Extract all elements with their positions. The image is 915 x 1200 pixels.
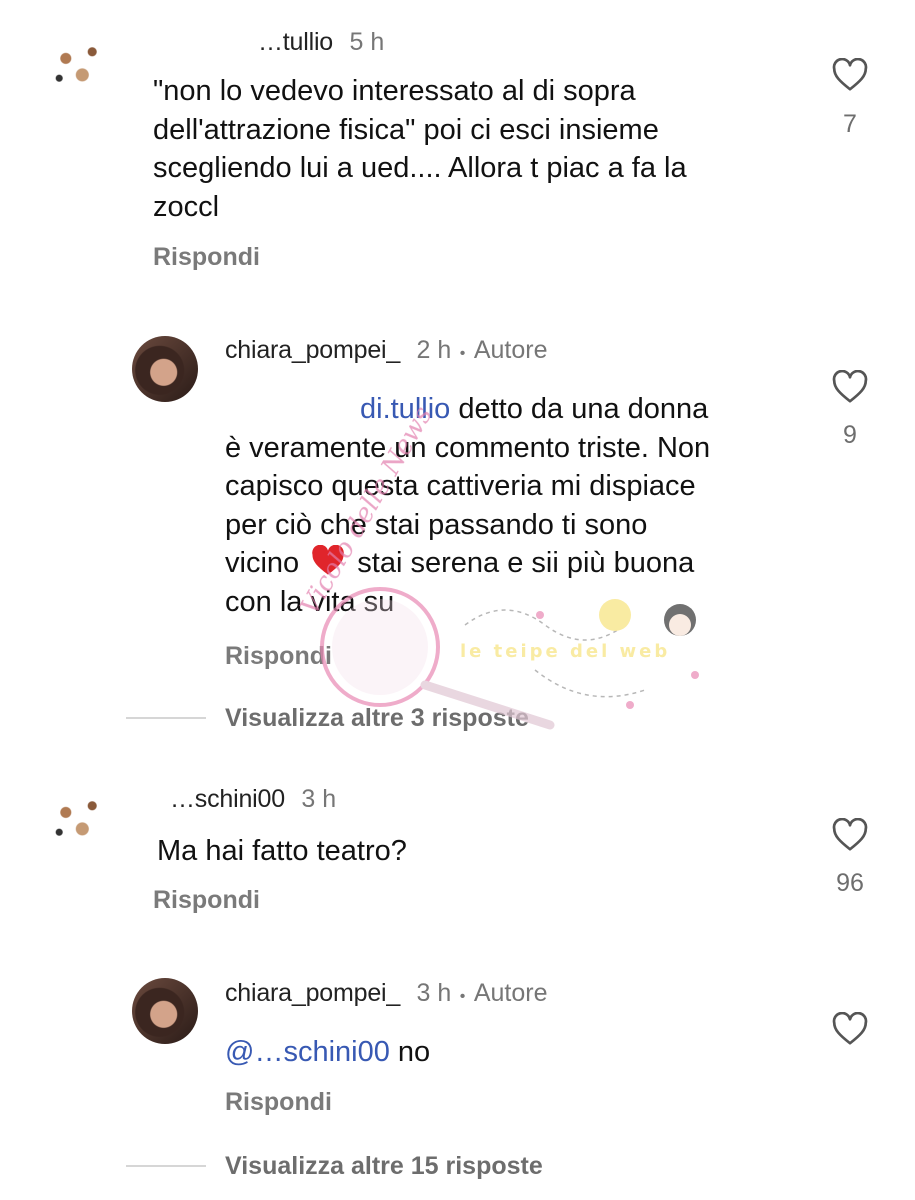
reply-button[interactable]: Rispondi (153, 243, 260, 272)
like-button[interactable] (832, 1012, 868, 1046)
like-button[interactable] (832, 58, 868, 92)
view-more-label[interactable]: Visualizza altre 3 risposte (225, 704, 529, 733)
timestamp: 5 h (349, 28, 385, 56)
red-heart-emoji (312, 544, 345, 575)
comment-line: scegliendo lui a ued.... Allora t piac a… (153, 152, 687, 184)
like-count: 9 (843, 421, 857, 449)
heart-outline-icon (832, 370, 868, 403)
comment-text: "non lo vedevo interessato al di sopra d… (153, 72, 793, 226)
reply-line: vicino (225, 547, 300, 579)
reply-line: stai serena e sii più buona (357, 547, 695, 579)
like-button[interactable] (832, 370, 868, 404)
avatar[interactable] (132, 336, 198, 402)
reply-header: chiara_pompei_ 2 h • Autore (225, 336, 548, 365)
divider (126, 1165, 206, 1167)
username[interactable]: chiara_pompei_ (225, 979, 400, 1007)
like-count: 7 (843, 110, 857, 138)
reply-line: no (397, 1036, 431, 1068)
reply-line: è veramente un commento triste. Non (225, 431, 711, 464)
reply-line: per ciò che stai passando ti sono (225, 508, 648, 541)
reply-button[interactable]: Rispondi (153, 886, 260, 915)
avatar[interactable] (46, 32, 112, 98)
reply-button[interactable]: Rispondi (225, 1088, 332, 1117)
reply-header: chiara_pompei_ 3 h • Autore (225, 979, 548, 1008)
reply-button[interactable]: Rispondi (225, 642, 332, 671)
reply-line: detto da una donna (458, 393, 709, 425)
like-count: 96 (836, 869, 864, 897)
mention-link[interactable]: di.tullio (360, 393, 450, 425)
reply-text: di.tullio detto da una donna è veramente… (225, 390, 805, 621)
author-badge: Autore (473, 336, 548, 364)
separator-dot: • (459, 988, 466, 1005)
timestamp: 3 h (301, 785, 337, 813)
avatar[interactable] (132, 978, 198, 1044)
reply-line: con la vita su (225, 585, 395, 618)
username[interactable]: chiara_pompei_ (225, 336, 400, 364)
heart-outline-icon (832, 58, 868, 91)
comment-header: …tullio 5 h (258, 28, 384, 57)
heart-outline-icon (832, 818, 868, 851)
heart-outline-icon (832, 1012, 868, 1045)
separator-dot: • (459, 345, 466, 362)
author-badge: Autore (473, 979, 548, 1007)
timestamp: 2 h (416, 336, 452, 364)
like-button[interactable] (832, 818, 868, 852)
mention-link[interactable]: @…schini00 (225, 1036, 390, 1068)
divider (126, 717, 206, 719)
comment-line: "non lo vedevo interessato al di sopra (153, 75, 636, 107)
username[interactable]: …tullio (258, 28, 333, 56)
timestamp: 3 h (416, 979, 452, 1007)
avatar[interactable] (46, 786, 112, 852)
comment-line: dell'attrazione fisica" poi ci esci insi… (153, 113, 659, 146)
watermark-tagline: le teipe del web (460, 641, 671, 662)
username[interactable]: …schini00 (170, 785, 285, 813)
view-more-label[interactable]: Visualizza altre 15 risposte (225, 1152, 543, 1181)
reply-line: capisco questa cattiveria mi dispiace (225, 470, 696, 502)
comment-text: Ma hai fatto teatro? (157, 835, 407, 867)
reply-text: @…schini00 no (225, 1033, 430, 1072)
comment-header: …schini00 3 h (170, 785, 336, 814)
comment-line: zoccl (153, 190, 220, 223)
